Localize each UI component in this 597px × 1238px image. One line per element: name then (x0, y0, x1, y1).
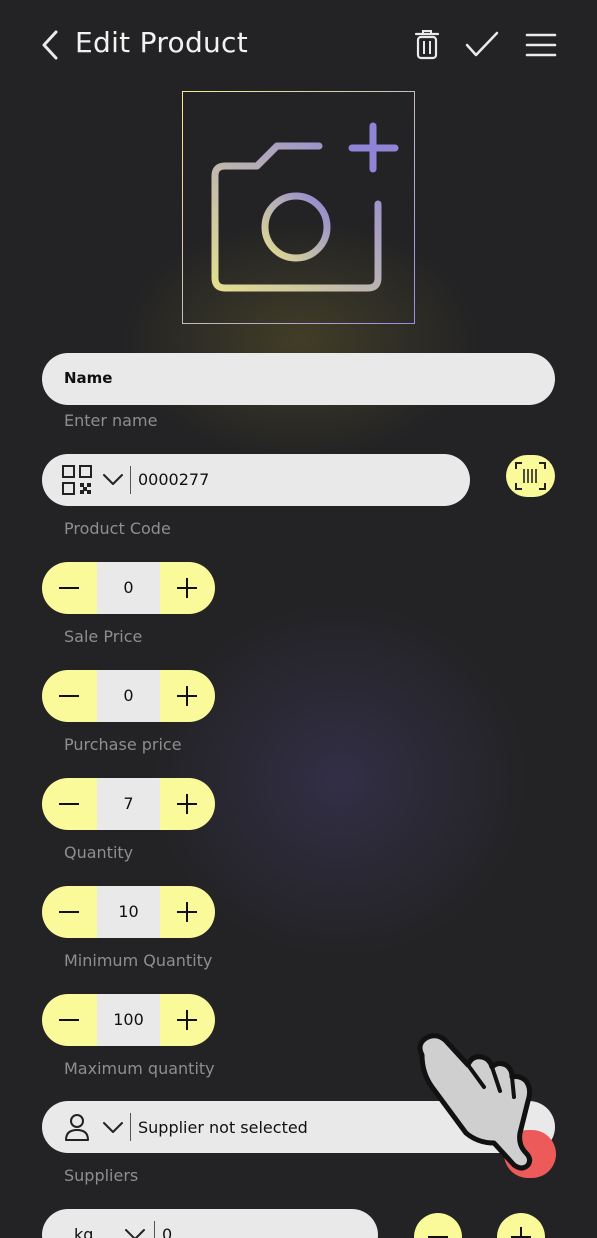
chevron-down-icon[interactable] (102, 1118, 124, 1136)
quantity-stepper: 7 (42, 778, 215, 830)
sale-price-helper-text: Sale Price (64, 627, 143, 646)
max-quantity-increment-button[interactable] (160, 994, 215, 1046)
sale-price-decrement-button[interactable] (42, 562, 97, 614)
product-code-value[interactable]: 0000277 (138, 470, 209, 489)
max-quantity-value[interactable]: 100 (97, 994, 160, 1046)
quantity-decrement-button[interactable] (42, 778, 97, 830)
unit-amount-value[interactable]: 0 (162, 1225, 172, 1238)
purchase-price-value[interactable]: 0 (97, 670, 160, 722)
sale-price-stepper: 0 (42, 562, 215, 614)
field-divider (154, 1221, 155, 1238)
field-divider (130, 466, 131, 494)
unit-field[interactable]: kg 0 (42, 1209, 378, 1238)
chevron-down-icon[interactable] (124, 1225, 146, 1238)
product-photo-picker[interactable] (182, 91, 415, 324)
top-app-bar: Edit Product (0, 0, 597, 90)
max-quantity-helper-text: Maximum quantity (64, 1059, 215, 1078)
trash-icon (414, 30, 440, 60)
quantity-helper-text: Quantity (64, 843, 134, 862)
name-field-label: Name (64, 369, 113, 387)
menu-icon (525, 33, 557, 57)
min-quantity-increment-button[interactable] (160, 886, 215, 938)
purchase-price-helper-text: Purchase price (64, 735, 182, 754)
suppliers-helper-text: Suppliers (64, 1166, 139, 1185)
scan-barcode-button[interactable] (506, 455, 555, 497)
min-quantity-helper-text: Minimum Quantity (64, 951, 213, 970)
check-icon (465, 31, 499, 57)
chevron-down-icon[interactable] (102, 470, 124, 488)
save-button[interactable] (462, 28, 502, 62)
product-code-helper-text: Product Code (64, 519, 171, 538)
max-quantity-stepper: 100 (42, 994, 215, 1046)
sale-price-increment-button[interactable] (160, 562, 215, 614)
sale-price-value[interactable]: 0 (97, 562, 160, 614)
purchase-price-decrement-button[interactable] (42, 670, 97, 722)
back-icon (42, 30, 58, 60)
unit-value[interactable]: kg (74, 1225, 93, 1238)
max-quantity-decrement-button[interactable] (42, 994, 97, 1046)
min-quantity-decrement-button[interactable] (42, 886, 97, 938)
unit-increment-button[interactable] (497, 1213, 545, 1238)
qr-code-icon[interactable] (62, 465, 92, 495)
menu-button[interactable] (522, 28, 558, 62)
back-button[interactable] (38, 28, 66, 62)
min-quantity-stepper: 10 (42, 886, 215, 938)
name-helper-text: Enter name (64, 411, 158, 430)
supplier-value: Supplier not selected (138, 1118, 308, 1137)
add-photo-icon (211, 122, 399, 292)
name-field[interactable]: Name (42, 353, 555, 405)
pointing-hand-icon (417, 1033, 533, 1171)
field-divider (130, 1113, 131, 1141)
delete-button[interactable] (412, 28, 442, 62)
min-quantity-value[interactable]: 10 (97, 886, 160, 938)
purchase-price-stepper: 0 (42, 670, 215, 722)
quantity-increment-button[interactable] (160, 778, 215, 830)
barcode-scan-icon (515, 462, 546, 490)
quantity-value[interactable]: 7 (97, 778, 160, 830)
page-title: Edit Product (75, 26, 249, 59)
product-code-field[interactable]: 0000277 (42, 454, 470, 506)
purchase-price-increment-button[interactable] (160, 670, 215, 722)
person-icon (65, 1114, 89, 1141)
unit-decrement-button[interactable] (414, 1213, 462, 1238)
